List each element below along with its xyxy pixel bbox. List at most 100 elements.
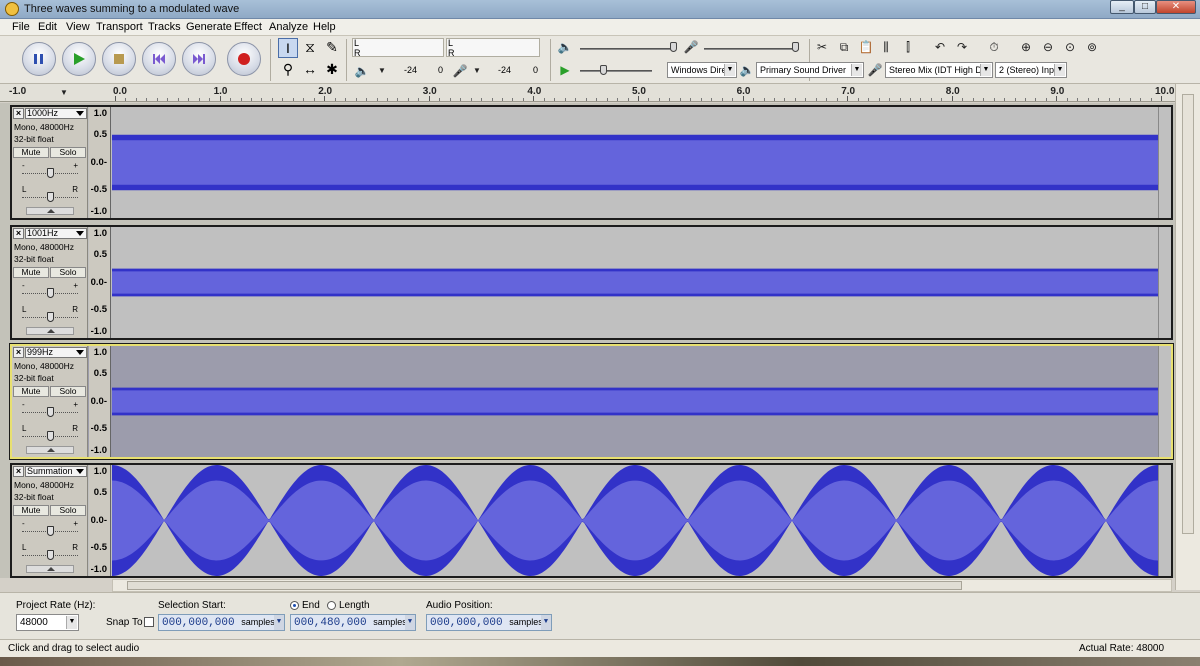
track-control-panel[interactable]: × Summation Mono, 48000Hz 32-bit float Mute S… [12, 465, 88, 576]
skip-to-start-button[interactable] [142, 42, 176, 76]
track-close-button[interactable]: × [13, 466, 24, 477]
menu-file[interactable]: File [12, 21, 30, 33]
pan-thumb[interactable] [47, 431, 54, 441]
pan-thumb[interactable] [47, 550, 54, 560]
gain-thumb[interactable] [47, 407, 54, 417]
trim-icon[interactable]: ⫼ [878, 39, 894, 55]
track-name-menu[interactable]: 1001Hz [25, 228, 87, 239]
waveform[interactable] [112, 465, 1158, 576]
mute-button[interactable]: Mute [13, 505, 49, 516]
output-volume-slider[interactable] [580, 48, 675, 50]
minimize-button[interactable]: _ [1110, 0, 1134, 14]
copy-icon[interactable]: ⧉ [836, 39, 852, 55]
selection-end-field[interactable]: 000,480,000 samples ▼ [290, 614, 416, 631]
menu-effect[interactable]: Effect [234, 21, 262, 33]
audio-position-field[interactable]: 000,000,000 samples ▼ [426, 614, 552, 631]
pan-thumb[interactable] [47, 312, 54, 322]
gain-thumb[interactable] [47, 288, 54, 298]
track-control-panel[interactable]: × 1001Hz Mono, 48000Hz 32-bit float Mute Solo… [12, 227, 88, 338]
input-device-select[interactable]: Stereo Mix (IDT High De ▼ [885, 62, 993, 78]
menu-generate[interactable]: Generate [186, 21, 232, 33]
collapse-track-button[interactable] [26, 207, 74, 215]
pan-slider[interactable]: LR [20, 305, 80, 323]
waveform[interactable] [112, 227, 1158, 338]
pan-slider[interactable]: LR [20, 185, 80, 203]
menu-tracks[interactable]: Tracks [148, 21, 181, 33]
audio-track[interactable]: × 1000Hz Mono, 48000Hz 32-bit float Mute Solo… [10, 105, 1173, 220]
end-radio[interactable] [290, 601, 299, 610]
track-close-button[interactable]: × [13, 347, 24, 358]
undo-icon[interactable]: ↶ [932, 39, 948, 55]
timeline-ruler[interactable]: -1.0 ▼ 0.0 1.0 2.0 3.0 4.0 5.0 6.0 7.0 8.0 9.0 10.… [0, 84, 1175, 102]
stop-button[interactable] [102, 42, 136, 76]
output-device-select[interactable]: Primary Sound Driver ▼ [756, 62, 864, 78]
menu-help[interactable]: Help [313, 21, 336, 33]
pan-slider[interactable]: LR [20, 424, 80, 442]
fit-selection-icon[interactable]: ⊙ [1062, 39, 1078, 55]
gain-slider[interactable]: - + [20, 281, 80, 299]
multi-tool-button[interactable]: ✱ [322, 60, 342, 80]
horizontal-scrollbar[interactable] [112, 579, 1172, 592]
amplitude-ruler[interactable]: 1.0 0.5 0.0- -0.5 -1.0 [89, 107, 111, 218]
play-speed-thumb[interactable] [600, 65, 607, 75]
solo-button[interactable]: Solo [50, 386, 86, 397]
amplitude-ruler[interactable]: 1.0 0.5 0.0- -0.5 -1.0 [89, 227, 111, 338]
pan-slider[interactable]: LR [20, 543, 80, 561]
draw-tool-button[interactable]: ✎ [322, 38, 342, 58]
gain-slider[interactable]: - + [20, 519, 80, 537]
cut-icon[interactable]: ✂ [814, 39, 830, 55]
redo-icon[interactable]: ↷ [954, 39, 970, 55]
chevron-down-icon[interactable]: ▼ [374, 63, 390, 79]
length-radio[interactable] [327, 601, 336, 610]
solo-button[interactable]: Solo [50, 505, 86, 516]
envelope-tool-button[interactable]: ⧖ [300, 38, 320, 58]
mute-button[interactable]: Mute [13, 267, 49, 278]
mute-button[interactable]: Mute [13, 386, 49, 397]
waveform[interactable] [112, 107, 1158, 218]
track-close-button[interactable]: × [13, 108, 24, 119]
pan-thumb[interactable] [47, 192, 54, 202]
track-control-panel[interactable]: × 999Hz Mono, 48000Hz 32-bit float Mute Solo -… [12, 346, 88, 457]
gain-slider[interactable]: - + [20, 400, 80, 418]
project-rate-select[interactable]: 48000 ▼ [16, 614, 79, 631]
menu-view[interactable]: View [66, 21, 90, 33]
sync-lock-icon[interactable]: ⏱ [986, 39, 1002, 55]
chevron-down-icon[interactable]: ▼ [469, 63, 485, 79]
selection-tool-button[interactable]: I [278, 38, 298, 58]
input-volume-thumb[interactable] [792, 42, 799, 52]
menu-transport[interactable]: Transport [96, 21, 143, 33]
paste-icon[interactable]: 📋 [858, 39, 874, 55]
zoom-out-icon[interactable]: ⊖ [1040, 39, 1056, 55]
horizontal-scroll-thumb[interactable] [127, 581, 962, 590]
snap-to-checkbox[interactable] [144, 617, 154, 627]
input-volume-slider[interactable] [704, 48, 799, 50]
collapse-track-button[interactable] [26, 565, 74, 573]
mute-button[interactable]: Mute [13, 147, 49, 158]
maximize-button[interactable]: □ [1134, 0, 1156, 14]
waveform[interactable] [112, 346, 1158, 457]
gain-thumb[interactable] [47, 168, 54, 178]
menu-analyze[interactable]: Analyze [269, 21, 308, 33]
track-close-button[interactable]: × [13, 228, 24, 239]
pause-button[interactable] [22, 42, 56, 76]
playback-meter[interactable] [352, 38, 444, 57]
zoom-in-icon[interactable]: ⊕ [1018, 39, 1034, 55]
recording-meter[interactable] [446, 38, 540, 57]
fit-project-icon[interactable]: ⊚ [1084, 39, 1100, 55]
collapse-track-button[interactable] [26, 446, 74, 454]
track-name-menu[interactable]: 999Hz [25, 347, 87, 358]
vertical-scrollbar[interactable] [1175, 84, 1200, 590]
amplitude-ruler[interactable]: 1.0 0.5 0.0- -0.5 -1.0 [89, 346, 111, 457]
amplitude-ruler[interactable]: 1.0 0.5 0.0- -0.5 -1.0 [89, 465, 111, 576]
solo-button[interactable]: Solo [50, 267, 86, 278]
zoom-tool-button[interactable]: ⚲ [278, 60, 298, 80]
silence-icon[interactable]: ⫿ [900, 39, 916, 55]
gain-thumb[interactable] [47, 526, 54, 536]
menu-edit[interactable]: Edit [38, 21, 57, 33]
input-channels-select[interactable]: 2 (Stereo) Inp ▼ [995, 62, 1067, 78]
output-volume-thumb[interactable] [670, 42, 677, 52]
close-window-button[interactable]: ✕ [1156, 0, 1196, 14]
track-control-panel[interactable]: × 1000Hz Mono, 48000Hz 32-bit float Mute Solo… [12, 107, 88, 218]
play-at-speed-icon[interactable]: ▶ [557, 62, 573, 78]
microphone-icon[interactable]: 🎤 [452, 63, 468, 79]
